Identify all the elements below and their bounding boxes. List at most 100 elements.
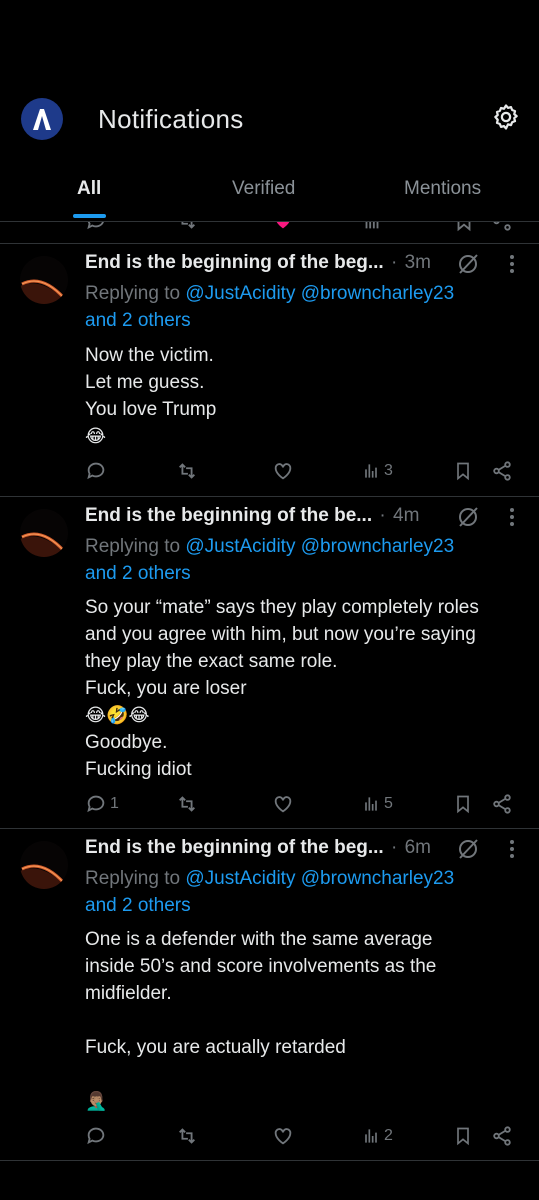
view-count: 2 (384, 1127, 393, 1144)
gear-icon (494, 104, 518, 130)
reply-button[interactable]: 1 (85, 789, 119, 819)
mention-link[interactable]: @JustAcidity (185, 283, 295, 304)
retweet-icon (179, 1128, 195, 1144)
tweet-line: Fuck, you are actually retarded (85, 1037, 346, 1058)
tweet-line: Fuck, you are loser (85, 678, 247, 699)
mention-link[interactable]: @browncharley23 (301, 283, 454, 304)
bookmark-button[interactable] (453, 789, 473, 819)
reply-others-link[interactable]: and 2 others (85, 563, 191, 584)
grok-icon[interactable] (456, 252, 480, 276)
share-button[interactable] (491, 789, 513, 819)
views-button[interactable]: 5 (361, 789, 393, 819)
avatar[interactable] (20, 841, 68, 889)
tweet-line: they play the exact same role. (85, 651, 338, 672)
tweet-time: 4m (393, 505, 420, 526)
author-name[interactable]: End is the beginning of the be... (85, 505, 372, 526)
reply-others-link[interactable]: and 2 others (85, 895, 191, 916)
tweet-line: One is a defender with the same average (85, 929, 433, 950)
tweet-text: So your “mate” says they play completely… (85, 594, 525, 783)
more-options-icon[interactable] (500, 252, 524, 276)
reply-others-link[interactable]: and 2 others (85, 310, 191, 331)
avatar[interactable] (20, 256, 68, 304)
tweet-header: End is the beginning of the be... · 4m (85, 505, 419, 531)
tweet-actions: 2 (0, 1121, 539, 1151)
views-icon (365, 797, 377, 811)
share-button[interactable] (491, 1121, 513, 1151)
view-count: 5 (384, 795, 393, 812)
retweet-button[interactable] (176, 789, 201, 819)
grok-icon[interactable] (456, 837, 480, 861)
bookmark-icon (457, 1127, 469, 1146)
share-icon (493, 1126, 511, 1146)
more-options-icon[interactable] (500, 505, 524, 529)
views-button[interactable]: 2 (361, 1121, 393, 1151)
retweet-button[interactable] (176, 1121, 201, 1151)
previous-tweet-actions (0, 222, 539, 244)
heart-icon (274, 463, 292, 480)
reply-context: Replying to @JustAcidity @browncharley23… (85, 865, 525, 919)
tweet-line: So your “mate” says they play completely… (85, 597, 479, 618)
share-icon (493, 461, 511, 481)
notification-tweet[interactable]: End is the beginning of the beg... · 3m … (0, 244, 539, 497)
reply-prefix: Replying to (85, 536, 181, 557)
view-count: 3 (384, 462, 393, 479)
bookmark-icon (457, 462, 469, 481)
tab-all[interactable]: All (77, 178, 101, 200)
tweet-time: 3m (404, 252, 432, 273)
reply-prefix: Replying to (85, 868, 181, 889)
views-icon (365, 1129, 377, 1143)
mention-link[interactable]: @JustAcidity (185, 536, 295, 557)
views-button[interactable]: 3 (361, 456, 393, 486)
heart-icon (274, 1128, 292, 1145)
heart-icon (274, 796, 292, 813)
tweet-separator: · (391, 252, 398, 273)
author-name[interactable]: End is the beginning of the beg... (85, 837, 384, 858)
notification-tweet[interactable]: End is the beginning of the beg... · 6m … (0, 829, 539, 1161)
mention-link[interactable]: @browncharley23 (301, 868, 454, 889)
tweet-actions: 1 5 (0, 789, 539, 819)
mention-link[interactable]: @JustAcidity (185, 868, 295, 889)
tweet-separator: · (391, 837, 398, 858)
settings-button[interactable] (489, 100, 523, 134)
retweet-icon (179, 796, 195, 812)
tab-mentions[interactable]: Mentions (404, 178, 481, 200)
like-button[interactable] (272, 1121, 297, 1151)
bookmark-button[interactable] (453, 456, 473, 486)
mention-link[interactable]: @browncharley23 (301, 536, 454, 557)
tweet-separator: · (379, 505, 386, 526)
share-button[interactable] (491, 456, 513, 486)
reply-button[interactable] (85, 1121, 110, 1151)
tweet-emoji: 😂 (85, 426, 107, 447)
author-name[interactable]: End is the beginning of the beg... (85, 252, 384, 273)
reply-count: 1 (110, 795, 119, 812)
like-button[interactable] (272, 789, 297, 819)
more-options-icon[interactable] (500, 837, 524, 861)
retweet-icon (179, 463, 195, 479)
like-button[interactable] (272, 456, 297, 486)
reply-button[interactable] (85, 456, 110, 486)
reply-context: Replying to @JustAcidity @browncharley23… (85, 280, 525, 334)
reply-prefix: Replying to (85, 283, 181, 304)
app-logo-icon[interactable] (21, 98, 63, 140)
tweet-time: 6m (404, 837, 432, 858)
tweet-header: End is the beginning of the beg... · 6m (85, 837, 431, 863)
tab-verified[interactable]: Verified (232, 178, 295, 200)
views-icon (365, 464, 377, 478)
tweet-emoji: 😂🤣😂 (85, 705, 150, 726)
tweet-header: End is the beginning of the beg... · 3m (85, 252, 431, 278)
tweet-line: Now the victim. (85, 345, 214, 366)
tweet-actions: 3 (0, 456, 539, 486)
retweet-button[interactable] (176, 456, 201, 486)
bookmark-icon (457, 795, 469, 814)
notification-tweet[interactable]: End is the beginning of the be... · 4m R… (0, 497, 539, 829)
avatar[interactable] (20, 509, 68, 557)
reply-icon (87, 462, 105, 480)
tweet-text: Now the victim. Let me guess. You love T… (85, 342, 525, 450)
tweet-line: Goodbye. (85, 732, 168, 753)
grok-icon[interactable] (456, 505, 480, 529)
reply-context: Replying to @JustAcidity @browncharley23… (85, 533, 525, 587)
bookmark-button[interactable] (453, 1121, 473, 1151)
notification-tabs: All Verified Mentions (0, 170, 539, 222)
